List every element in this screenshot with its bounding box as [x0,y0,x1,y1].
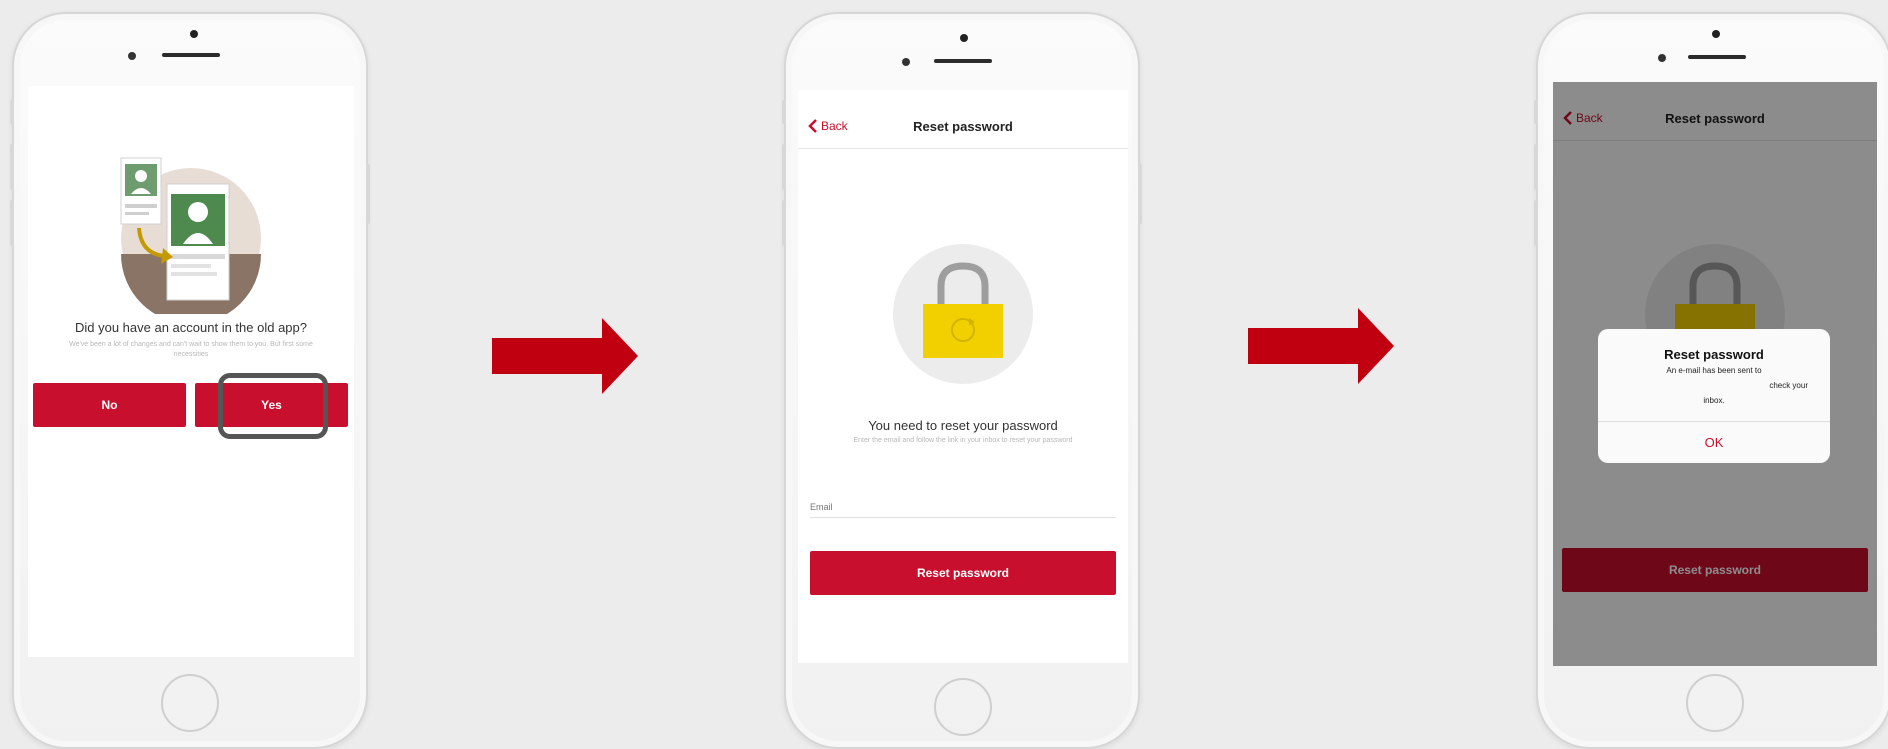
phone-frame-1: Did you have an account in the old app? … [10,12,370,749]
screen-reset-password: Back Reset password You need to reset yo… [798,90,1128,663]
front-camera [1712,30,1720,38]
side-button [782,144,786,190]
dialog-message-line3: inbox. [1703,396,1725,405]
home-button[interactable] [934,678,992,736]
side-button [1534,100,1538,124]
lock-icon [893,244,1033,384]
side-button [10,100,14,124]
side-button [10,200,14,246]
email-field[interactable] [810,496,1116,518]
dialog-ok-button[interactable]: OK [1598,422,1830,463]
phone-frame-3: Back Reset password Reset password Reset… [1534,12,1888,749]
side-button [782,200,786,246]
navigation-bar: Back Reset password [798,90,1128,149]
alert-dialog: Reset password An e-mail has been sent t… [1598,329,1830,463]
right-arrow-icon [492,318,638,394]
dialog-title: Reset password [1664,347,1764,362]
screen-reset-confirmation: Back Reset password Reset password Reset… [1553,82,1877,666]
reset-heading: You need to reset your password [868,418,1058,433]
dialog-message-line1: An e-mail has been sent to [1666,366,1762,375]
earpiece-speaker [1688,55,1746,59]
yes-highlight-box [218,373,328,439]
side-button [1138,164,1142,224]
front-camera [190,30,198,38]
page-title: Reset password [913,119,1013,134]
side-button [10,144,14,190]
home-button[interactable] [1686,674,1744,732]
no-button[interactable]: No [33,383,186,427]
side-button [1534,200,1538,246]
phone-frame-2: Back Reset password You need to reset yo… [782,12,1142,749]
reset-subtext: Enter the email and follow the link in y… [853,437,1073,444]
side-button [366,164,370,224]
front-camera [960,34,968,42]
reset-password-button[interactable]: Reset password [810,551,1116,595]
account-question-subtext: We've been a lot of changes and can't wa… [69,341,313,358]
dialog-message-line2: check your [1769,381,1808,390]
side-button [1534,144,1538,190]
right-arrow-icon [1248,308,1394,384]
earpiece-speaker [162,53,220,57]
sensor-dot [902,58,910,66]
home-button[interactable] [161,674,219,732]
screen-account-question: Did you have an account in the old app? … [28,86,354,657]
side-button [782,100,786,124]
sensor-dot [128,52,136,60]
sensor-dot [1658,54,1666,62]
account-transfer-illustration [120,157,261,314]
account-question-heading: Did you have an account in the old app? [74,320,307,335]
earpiece-speaker [934,59,992,63]
